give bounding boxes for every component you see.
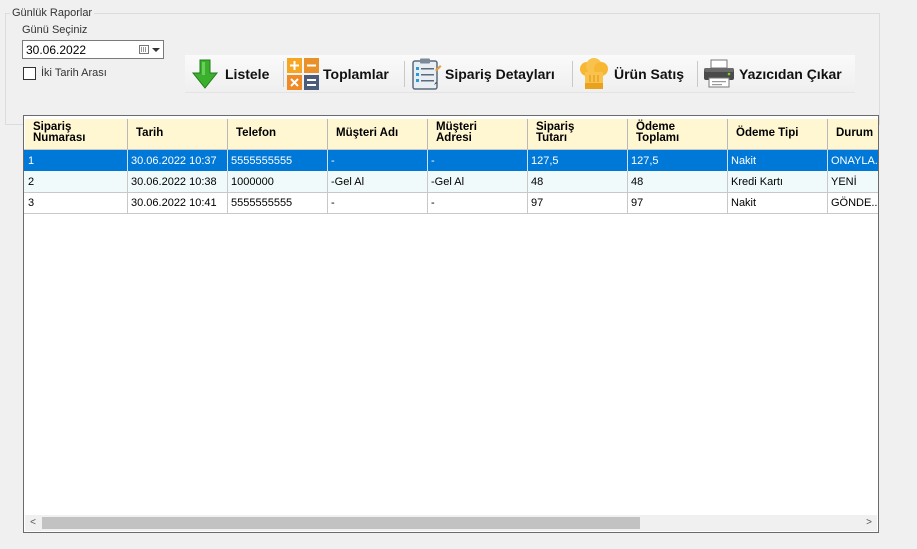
chevron-down-icon[interactable] [152, 48, 160, 52]
date-label: Günü Seçiniz [22, 24, 88, 36]
column-header[interactable]: Tarih [128, 119, 228, 149]
table-cell[interactable]: GÖNDE... [828, 192, 878, 213]
print-button[interactable]: Yazıcıdan Çıkar [701, 55, 853, 92]
column-header[interactable]: Durum [828, 119, 878, 149]
column-header[interactable]: Müşteri Adı [328, 119, 428, 149]
column-header[interactable]: Müşteri Adresi [428, 119, 528, 149]
toolbar-separator [283, 61, 284, 87]
table-cell[interactable]: 3 [25, 192, 128, 213]
column-header[interactable]: Sipariş Tutarı [528, 119, 628, 149]
horizontal-scrollbar[interactable]: < > [25, 515, 877, 531]
arrow-down-icon [191, 59, 219, 89]
print-button-label: Yazıcıdan Çıkar [739, 66, 842, 82]
table-cell[interactable]: 5555555555 [228, 150, 328, 171]
table-cell[interactable]: - [428, 150, 528, 171]
order-details-button-label: Sipariş Detayları [445, 66, 555, 82]
table-cell[interactable]: 48 [628, 171, 728, 192]
table-cell[interactable]: 30.06.2022 10:41 [128, 192, 228, 213]
column-header[interactable]: Sipariş Numarası [25, 119, 128, 149]
scroll-left-icon[interactable]: < [25, 515, 41, 531]
column-header[interactable]: Ödeme Tipi [728, 119, 828, 149]
table-cell[interactable]: -Gel Al [428, 171, 528, 192]
table-row[interactable]: 1 30.06.2022 10:37 5555555555- -127,5 127,5 N… [24, 150, 878, 172]
column-header-text: Telefon [236, 127, 277, 139]
table-cell[interactable]: 127,5 [628, 150, 728, 171]
column-header[interactable]: Ödeme Toplamı [628, 119, 728, 149]
table-cell[interactable]: 30.06.2022 10:37 [128, 150, 228, 171]
grid-header: Sipariş Numarası Tarih Telefon Müşteri Adı Mü… [24, 119, 878, 150]
toolbar-separator [697, 61, 698, 87]
column-header-text: Durum [836, 127, 874, 139]
toolbar-separator [572, 61, 573, 87]
product-sales-button[interactable]: Ürün Satış [576, 55, 694, 92]
table-cell[interactable]: - [428, 192, 528, 213]
list-button-label: Listele [225, 66, 270, 82]
clipboard-icon [412, 58, 442, 90]
order-details-button[interactable]: Sipariş Detayları [407, 55, 567, 92]
column-header-text: Numarası [33, 132, 86, 144]
table-cell[interactable]: 30.06.2022 10:38 [128, 171, 228, 192]
groupbox-title: Günlük Raporlar [10, 7, 95, 19]
calculator-icon [287, 58, 319, 90]
table-cell[interactable]: -Gel Al [328, 171, 428, 192]
table-cell[interactable]: 2 [25, 171, 128, 192]
table-cell[interactable]: - [328, 150, 428, 171]
column-header-text: Toplamı [636, 132, 680, 144]
table-cell[interactable]: 1 [25, 150, 128, 171]
column-header-text: Tutarı [536, 132, 568, 144]
table-cell[interactable]: 5555555555 [228, 192, 328, 213]
column-header-text: Adresi [436, 132, 472, 144]
table-cell[interactable]: Nakit [728, 150, 828, 171]
table-cell[interactable]: 97 [528, 192, 628, 213]
date-picker[interactable]: 30.06.2022 [22, 40, 164, 59]
date-value: 30.06.2022 [26, 43, 87, 57]
orders-grid[interactable]: Sipariş Numarası Tarih Telefon Müşteri Adı Mü… [23, 115, 879, 533]
totals-button-label: Toplamlar [323, 66, 389, 82]
table-cell[interactable]: 1000000 [228, 171, 328, 192]
list-button[interactable]: Listele [189, 55, 281, 92]
scroll-thumb[interactable] [42, 517, 640, 529]
table-cell[interactable]: 97 [628, 192, 728, 213]
totals-button[interactable]: Toplamlar [286, 55, 401, 92]
chef-hat-icon [580, 58, 608, 89]
table-cell[interactable]: 127,5 [528, 150, 628, 171]
table-cell[interactable]: 48 [528, 171, 628, 192]
product-sales-button-label: Ürün Satış [614, 66, 685, 82]
table-cell[interactable]: ONAYLA... [828, 150, 878, 171]
column-header-text: Müşteri Adı [336, 127, 399, 139]
date-range-checkbox[interactable] [23, 67, 36, 80]
table-row[interactable]: 3 30.06.2022 10:41 5555555555- -97 97 Nakit GÖ… [24, 192, 878, 214]
scroll-right-icon[interactable]: > [861, 515, 877, 531]
toolbar: Listele Toplamlar Sipariş Detayları Ürün… [185, 55, 855, 93]
table-cell[interactable]: Nakit [728, 192, 828, 213]
toolbar-separator [404, 61, 405, 87]
table-cell[interactable]: - [328, 192, 428, 213]
date-range-label: İki Tarih Arası [41, 67, 107, 79]
printer-icon [704, 59, 734, 88]
column-header-text: Tarih [136, 127, 164, 139]
table-cell[interactable]: Kredi Kartı [728, 171, 828, 192]
table-cell[interactable]: YENİ [828, 171, 878, 192]
calendar-icon[interactable] [139, 45, 149, 54]
table-row[interactable]: 2 30.06.2022 10:38 1000000 -Gel Al -Gel Al 48… [24, 171, 878, 193]
column-header-text: Ödeme Tipi [736, 127, 799, 139]
column-header[interactable]: Telefon [228, 119, 328, 149]
